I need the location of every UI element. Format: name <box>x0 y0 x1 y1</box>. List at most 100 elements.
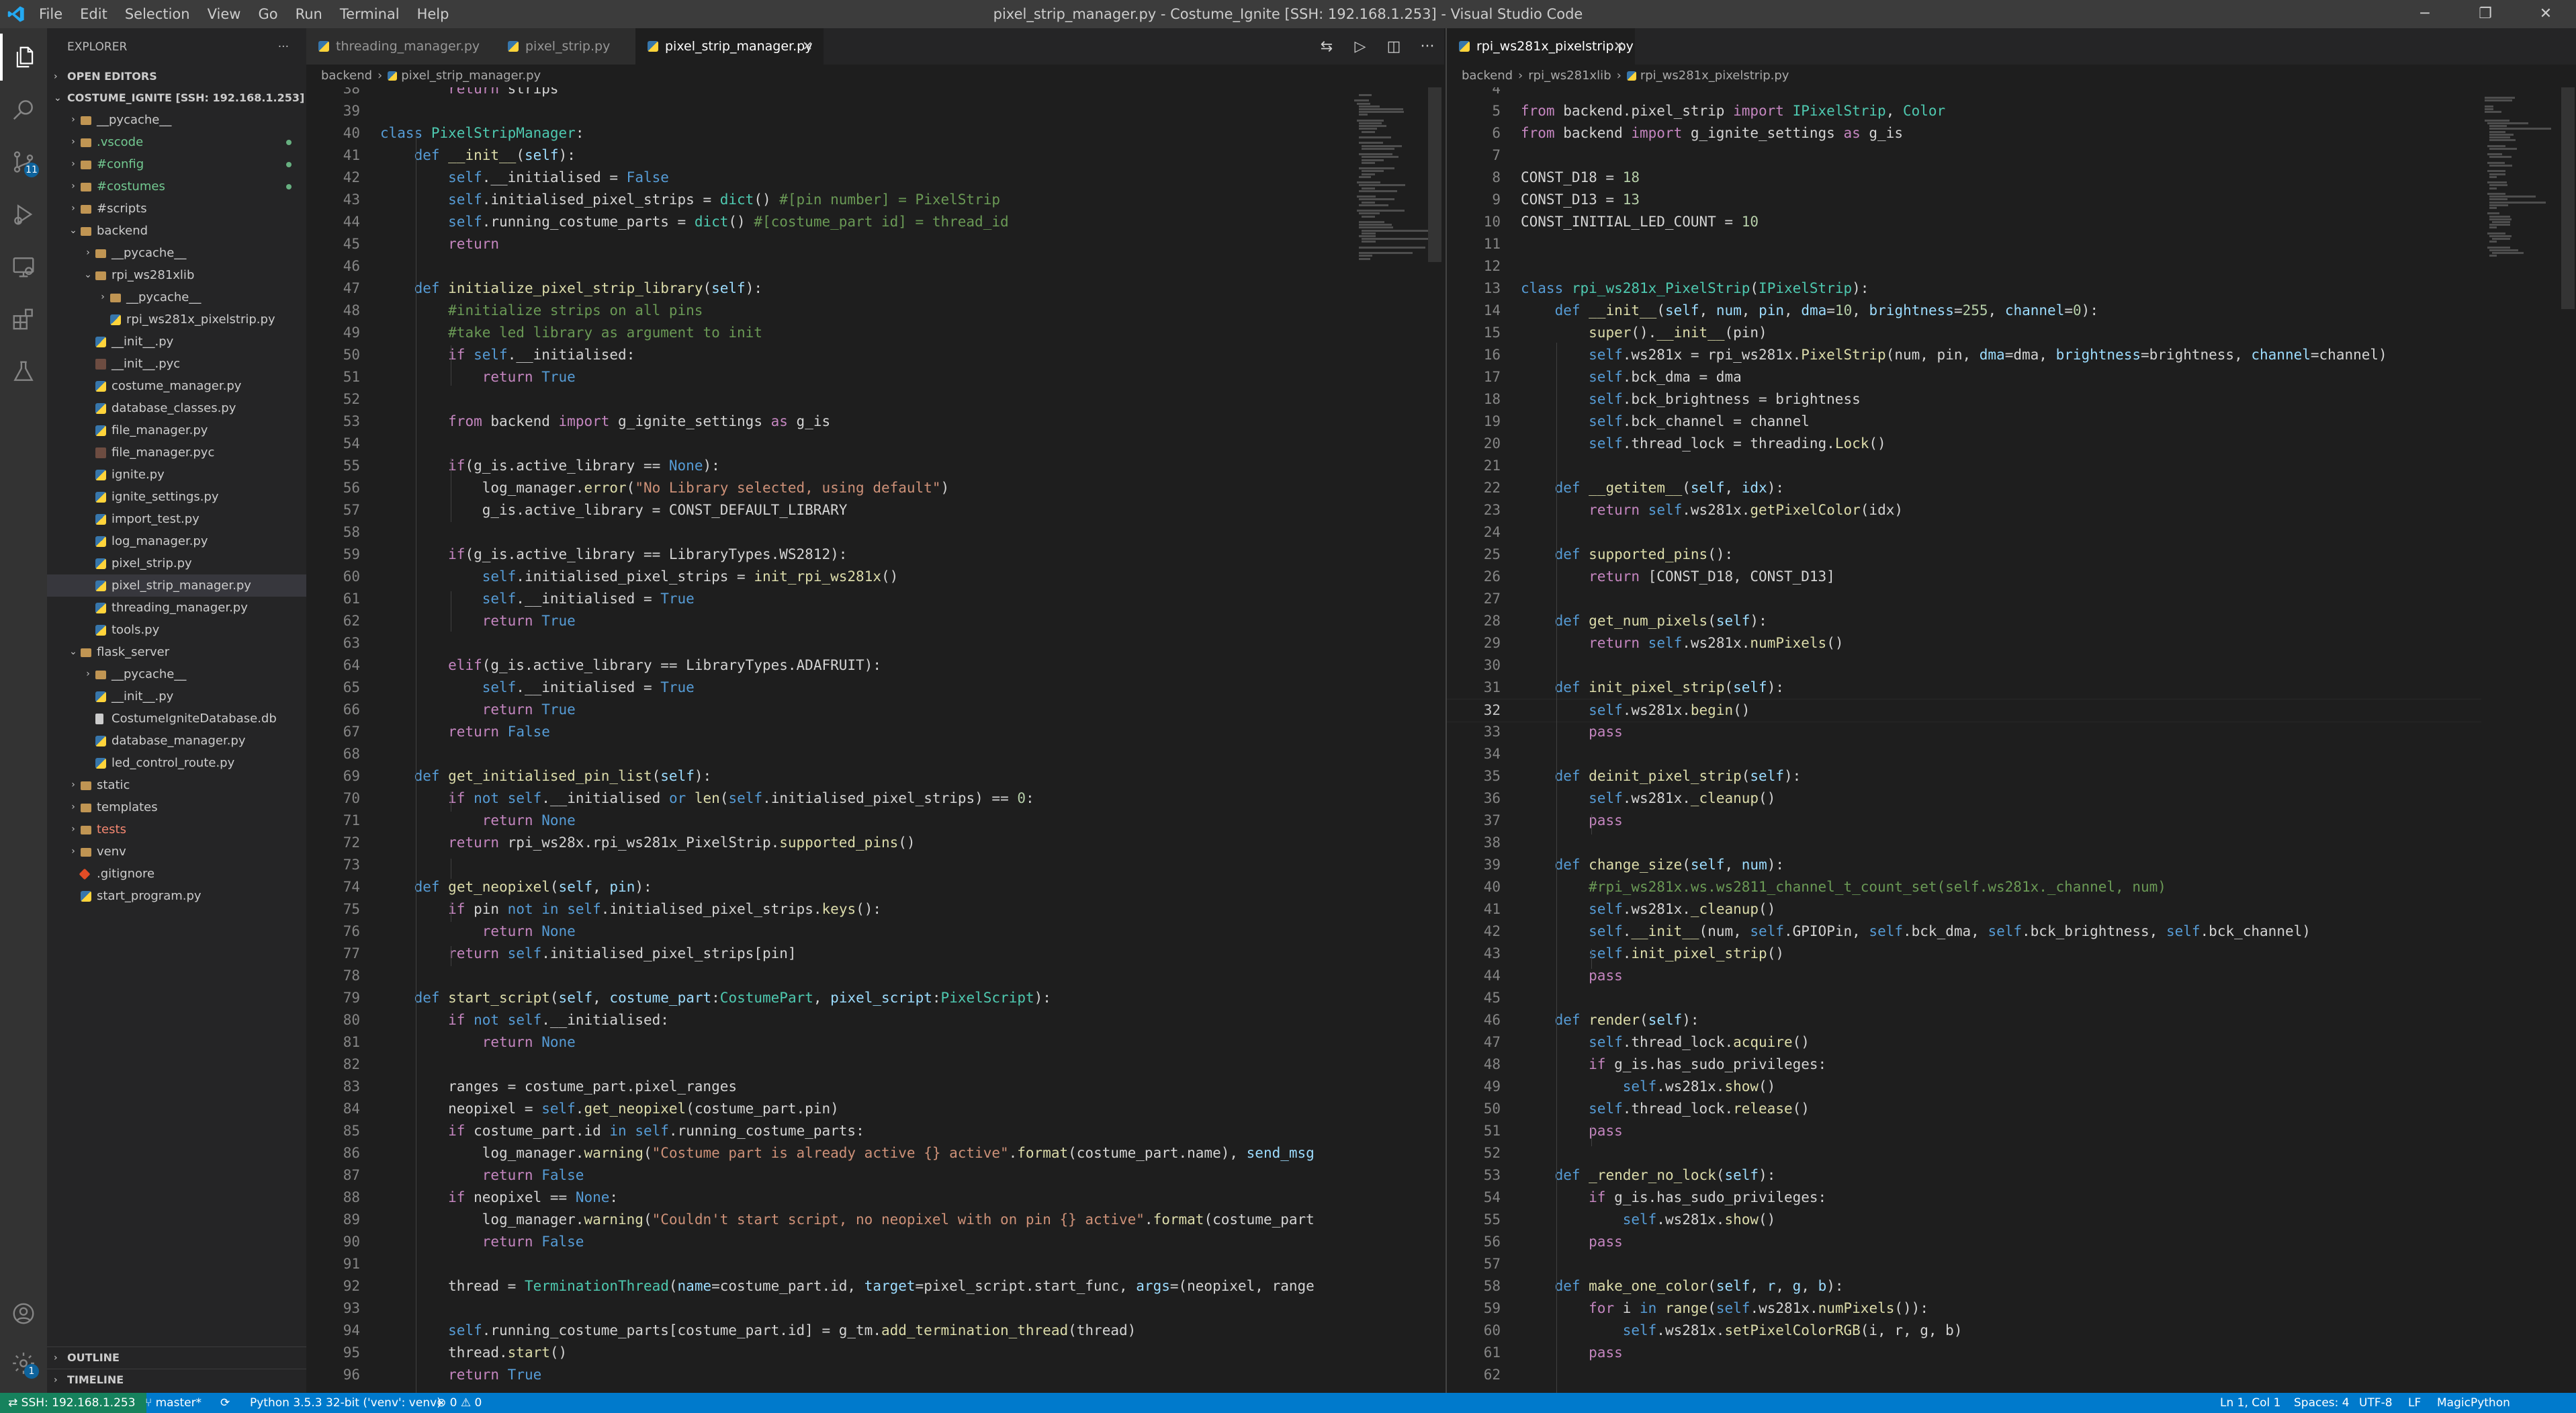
breadcrumb-item[interactable]: rpi_ws281xlib <box>1528 69 1611 83</box>
menu-go[interactable]: Go <box>258 6 277 22</box>
folder-item[interactable]: ⌄ backend <box>47 220 306 242</box>
folder-item[interactable]: › __pycache__ <box>47 663 306 685</box>
file-item[interactable]: file_manager.py <box>47 419 306 441</box>
close-icon[interactable]: ✕ <box>1613 28 1624 65</box>
file-item[interactable]: file_manager.pyc <box>47 441 306 464</box>
remote-explorer-activity-button[interactable] <box>0 243 47 290</box>
code-line: 92 thread = TerminationThread(name=costu… <box>306 1275 1341 1297</box>
file-item[interactable]: import_test.py <box>47 508 306 530</box>
folder-item[interactable]: › #costumes <box>47 175 306 198</box>
breadcrumb-item[interactable]: pixel_strip_manager.py <box>401 69 541 83</box>
file-item[interactable]: threading_manager.py <box>47 597 306 619</box>
folder-item[interactable]: › tests <box>47 818 306 841</box>
menu-edit[interactable]: Edit <box>80 6 107 22</box>
file-item[interactable]: rpi_ws281x_pixelstrip.py <box>47 308 306 331</box>
folder-item[interactable]: ⌄ rpi_ws281xlib <box>47 264 306 286</box>
git-branch-status[interactable]: ⑂ master* <box>145 1393 202 1413</box>
run-debug-activity-button[interactable] <box>0 191 47 238</box>
extensions-activity-button[interactable] <box>0 296 47 343</box>
code-line: 87 return False <box>306 1164 1341 1187</box>
folder-item[interactable]: ⌄ flask_server <box>47 641 306 663</box>
menu-help[interactable]: Help <box>417 6 449 22</box>
encoding-status[interactable]: UTF-8 <box>2359 1393 2393 1413</box>
menu-view[interactable]: View <box>208 6 241 22</box>
file-item[interactable]: led_control_route.py <box>47 752 306 774</box>
folder-item[interactable]: › __pycache__ <box>47 286 306 308</box>
indentation-status[interactable]: Spaces: 4 <box>2294 1393 2350 1413</box>
remote-status[interactable]: ⇄ SSH: 192.168.1.253 <box>0 1393 146 1413</box>
code-editor-left[interactable]: 38 return strips 39 40 class PixelStripMana… <box>306 87 1444 1393</box>
file-item[interactable]: tools.py <box>47 619 306 641</box>
split-editor-icon[interactable]: ◫ <box>1377 38 1411 55</box>
file-item[interactable]: ignite_settings.py <box>47 486 306 508</box>
folder-item[interactable]: › templates <box>47 796 306 818</box>
minimap-right[interactable] <box>2485 87 2565 1393</box>
file-item[interactable]: .gitignore <box>47 863 306 885</box>
folder-item[interactable]: › static <box>47 774 306 796</box>
python-interpreter-status[interactable]: Python 3.5.3 32-bit ('venv': venv) <box>250 1393 441 1413</box>
tree-item-label: threading_manager.py <box>112 601 248 615</box>
file-item[interactable]: __init__.py <box>47 331 306 353</box>
code-text: return True <box>448 1367 542 1383</box>
outline-section[interactable]: › OUTLINE <box>47 1346 326 1369</box>
tab-threading-manager-py[interactable]: threading_manager.py <box>306 28 496 65</box>
folder-item[interactable]: › __pycache__ <box>47 242 306 264</box>
menu-terminal[interactable]: Terminal <box>340 6 400 22</box>
folder-item[interactable]: › #config <box>47 153 306 175</box>
breadcrumb-item[interactable]: rpi_ws281x_pixelstrip.py <box>1640 69 1789 83</box>
scrollbar-right[interactable] <box>2559 87 2576 1393</box>
source-control-activity-button[interactable]: 11 <box>0 138 47 185</box>
workspace-section[interactable]: ⌄ COSTUME_IGNITE [SSH: 192.168.1.253] <box>47 87 306 109</box>
scrollbar-left[interactable] <box>1425 87 1444 1393</box>
open-changes-icon[interactable]: ⇆ <box>1310 38 1343 55</box>
file-item[interactable]: __init__.py <box>47 685 306 708</box>
minimap-left[interactable] <box>1354 87 1435 1393</box>
folder-item[interactable]: › venv <box>47 841 306 863</box>
menu-selection[interactable]: Selection <box>125 6 190 22</box>
file-item[interactable]: database_manager.py <box>47 730 306 752</box>
eol-status[interactable]: LF <box>2408 1393 2421 1413</box>
file-item[interactable]: pixel_strip.py <box>47 552 306 574</box>
file-item[interactable]: costume_manager.py <box>47 375 306 397</box>
file-item[interactable]: database_classes.py <box>47 397 306 419</box>
code-line: 51 pass <box>1447 1120 2481 1142</box>
menu-run[interactable]: Run <box>296 6 322 22</box>
breadcrumb-item[interactable]: backend <box>321 69 372 83</box>
code-line: 19 self.bck_channel = channel <box>1447 411 2481 433</box>
open-editors-section[interactable]: › OPEN EDITORS <box>47 66 306 87</box>
account-activity-button[interactable] <box>0 1290 47 1337</box>
file-item[interactable]: start_program.py <box>47 885 306 907</box>
code-editor-right[interactable]: 4 5 from backend.pixel_strip import IPixel… <box>1447 87 2576 1393</box>
folder-item[interactable]: › __pycache__ <box>47 109 306 131</box>
timeline-section[interactable]: › TIMELINE <box>47 1369 326 1391</box>
file-item[interactable]: ignite.py <box>47 464 306 486</box>
tab-pixel-strip-manager-py[interactable]: pixel_strip_manager.py ✕ <box>635 28 824 65</box>
file-item[interactable]: CostumeIgniteDatabase.db <box>47 708 306 730</box>
close-window-button[interactable]: ✕ <box>2516 0 2576 28</box>
breadcrumb-item[interactable]: backend <box>1462 69 1513 83</box>
tab-pixel-strip-py[interactable]: pixel_strip.py <box>496 28 636 65</box>
file-item[interactable]: pixel_strip_manager.py <box>47 574 306 597</box>
maximize-button[interactable]: ❐ <box>2455 0 2516 28</box>
more-actions-icon[interactable]: ··· <box>1411 38 1444 55</box>
manage-activity-button[interactable]: 1 <box>0 1340 47 1387</box>
file-item[interactable]: __init__.pyc <box>47 353 306 375</box>
file-item[interactable]: log_manager.py <box>47 530 306 552</box>
search-activity-button[interactable] <box>0 86 47 133</box>
language-mode-status[interactable]: MagicPython <box>2437 1393 2510 1413</box>
testing-activity-button[interactable] <box>0 348 47 395</box>
cursor-position-status[interactable]: Ln 1, Col 1 <box>2220 1393 2281 1413</box>
sync-icon[interactable]: ⟳ <box>220 1393 230 1413</box>
problems-status[interactable]: ⊗ 0 ⚠ 0 <box>437 1393 482 1413</box>
explorer-activity-button[interactable] <box>0 34 47 81</box>
explorer-title: EXPLORER ··· <box>47 28 306 66</box>
folder-item[interactable]: › #scripts <box>47 198 306 220</box>
line-number: 61 <box>1483 1344 1501 1361</box>
minimize-button[interactable]: ─ <box>2395 0 2455 28</box>
folder-item[interactable]: › .vscode <box>47 131 306 153</box>
run-icon[interactable]: ▷ <box>1343 38 1377 55</box>
explorer-more-actions-button[interactable]: ··· <box>278 28 289 66</box>
menu-file[interactable]: File <box>39 6 62 22</box>
close-icon[interactable]: ✕ <box>802 28 813 65</box>
tab-rpi-ws281x-pixelstrip-py[interactable]: rpi_ws281x_pixelstrip.py ✕ <box>1447 28 1636 65</box>
